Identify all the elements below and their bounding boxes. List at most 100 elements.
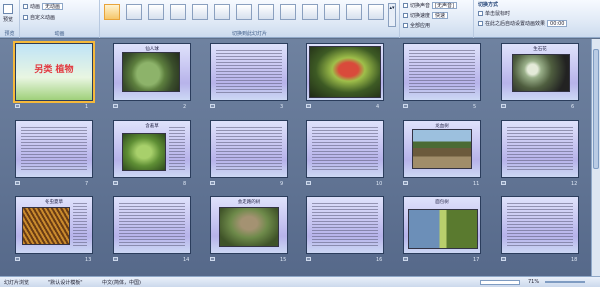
gallery-scroll-icon[interactable]: ▴▾ bbox=[388, 3, 396, 27]
slide-number: 5 bbox=[473, 104, 477, 110]
slide-image bbox=[412, 129, 472, 169]
transition-icon bbox=[501, 104, 506, 108]
slide-number: 9 bbox=[280, 181, 284, 187]
slide-thumbnail-2[interactable]: 仙人球 bbox=[113, 43, 191, 101]
slide-text-lines bbox=[507, 127, 573, 172]
slide-image bbox=[219, 207, 279, 247]
speed-icon bbox=[403, 13, 408, 18]
slide-number: 7 bbox=[85, 181, 89, 187]
slide-number: 2 bbox=[183, 104, 187, 110]
custom-animation-button[interactable]: 自定义动画 bbox=[23, 14, 55, 21]
transition-none-thumb[interactable] bbox=[104, 4, 120, 20]
slide-image bbox=[309, 46, 381, 98]
custom-animation-icon bbox=[23, 15, 28, 20]
slide-text-lines bbox=[312, 203, 378, 248]
status-language: 中文(简体，中国) bbox=[102, 280, 141, 286]
slide-number: 3 bbox=[280, 104, 284, 110]
slide-number: 18 bbox=[571, 257, 578, 263]
slide-thumbnail-16[interactable] bbox=[306, 196, 384, 254]
slide-text-lines bbox=[216, 127, 282, 172]
animate-dropdown[interactable]: 动画 无动画 bbox=[23, 3, 64, 10]
switch-sound-value[interactable]: [无声音] bbox=[432, 2, 457, 9]
auto-after-checkbox[interactable]: 在此之后自动设置动画效果 00:00 bbox=[478, 20, 568, 27]
transition-icon bbox=[210, 181, 215, 185]
transition-thumb-2[interactable] bbox=[126, 4, 142, 20]
group-label-preview: 预览 bbox=[4, 31, 15, 37]
slide-thumbnail-4[interactable] bbox=[306, 43, 384, 101]
transition-icon bbox=[306, 257, 311, 261]
slide-text-lines bbox=[216, 50, 282, 95]
zoom-slider[interactable] bbox=[545, 281, 585, 283]
slide-thumbnail-12[interactable] bbox=[501, 120, 579, 178]
view-buttons[interactable] bbox=[480, 280, 520, 285]
animate-icon bbox=[23, 4, 28, 9]
transition-thumb-4[interactable] bbox=[170, 4, 186, 20]
slide-text-lines bbox=[169, 127, 185, 172]
transition-thumb-7[interactable] bbox=[236, 4, 252, 20]
slide-thumbnail-7[interactable] bbox=[15, 120, 93, 178]
transition-thumb-6[interactable] bbox=[214, 4, 230, 20]
transition-thumb-10[interactable] bbox=[302, 4, 318, 20]
switch-sound-dropdown[interactable]: 切换声音 [无声音] bbox=[403, 2, 457, 9]
transition-thumb-13[interactable] bbox=[368, 4, 384, 20]
slide-number: 10 bbox=[376, 181, 383, 187]
slide-thumbnail-10[interactable] bbox=[306, 120, 384, 178]
slide-thumbnail-5[interactable] bbox=[403, 43, 481, 101]
transition-icon bbox=[210, 104, 215, 108]
slide-title: 会走路的树 bbox=[237, 200, 261, 205]
auto-after-label: 在此之后自动设置动画效果 bbox=[485, 21, 546, 27]
animate-value[interactable]: 无动画 bbox=[42, 3, 64, 10]
slide-number: 14 bbox=[183, 257, 190, 263]
apply-all-button[interactable]: 全部应用 bbox=[403, 22, 430, 29]
switch-sound-label: 切换声音 bbox=[410, 3, 431, 9]
slide-image bbox=[122, 133, 166, 171]
switch-speed-dropdown[interactable]: 切换速度 快速 bbox=[403, 12, 449, 19]
transition-icon bbox=[113, 104, 118, 108]
status-theme: "默认设计模板" bbox=[48, 280, 83, 286]
transition-thumb-8[interactable] bbox=[258, 4, 274, 20]
zoom-level[interactable]: 71% bbox=[528, 279, 539, 285]
transition-icon bbox=[403, 257, 408, 261]
slide-text-lines bbox=[119, 203, 185, 248]
preview-button[interactable]: 预览 bbox=[3, 4, 13, 23]
slide-thumbnail-13[interactable]: 冬虫夏草 bbox=[15, 196, 93, 254]
slide-thumbnail-8[interactable]: 含羞草 bbox=[113, 120, 191, 178]
slide-thumbnail-1[interactable]: 另类 植物 bbox=[13, 41, 95, 103]
transition-icon bbox=[113, 257, 118, 261]
slide-thumbnail-11[interactable]: 龙血树 bbox=[403, 120, 481, 178]
transition-icon bbox=[15, 104, 20, 108]
slide-thumbnail-9[interactable] bbox=[210, 120, 288, 178]
preview-label: 预览 bbox=[3, 17, 14, 23]
vertical-scrollbar[interactable] bbox=[591, 39, 600, 276]
auto-after-value[interactable]: 00:00 bbox=[547, 20, 568, 27]
transition-thumb-12[interactable] bbox=[346, 4, 362, 20]
slide-thumbnail-14[interactable] bbox=[113, 196, 191, 254]
slide-thumbnail-15[interactable]: 会走路的树 bbox=[210, 196, 288, 254]
slide-image bbox=[408, 209, 478, 249]
switch-speed-label: 切换速度 bbox=[410, 13, 431, 19]
slide-thumbnail-6[interactable]: 生石花 bbox=[501, 43, 579, 101]
transition-thumb-3[interactable] bbox=[148, 4, 164, 20]
status-view: 幻灯片浏览 bbox=[4, 280, 30, 286]
animate-label: 动画 bbox=[30, 4, 41, 10]
on-click-label: 单击鼠标时 bbox=[485, 11, 511, 17]
transition-icon bbox=[501, 257, 506, 261]
transition-icon bbox=[15, 181, 20, 185]
apply-all-icon bbox=[403, 23, 408, 28]
switch-speed-value[interactable]: 快速 bbox=[432, 12, 449, 19]
status-bar: 幻灯片浏览 "默认设计模板" 中文(简体，中国) 71% bbox=[0, 276, 600, 287]
apply-all-label: 全部应用 bbox=[410, 23, 431, 29]
transition-thumb-11[interactable] bbox=[324, 4, 340, 20]
transition-icon bbox=[113, 181, 118, 185]
on-click-checkbox[interactable]: 单击鼠标时 bbox=[478, 10, 510, 17]
transition-thumb-9[interactable] bbox=[280, 4, 296, 20]
transition-icon bbox=[306, 181, 311, 185]
transition-thumb-5[interactable] bbox=[192, 4, 208, 20]
slide-thumbnail-18[interactable] bbox=[501, 196, 579, 254]
slide-thumbnail-17[interactable]: 面包树 bbox=[403, 196, 481, 254]
slide-text-lines bbox=[507, 203, 573, 248]
scrollbar-thumb[interactable] bbox=[593, 49, 599, 169]
transition-options-group: 切换声音 [无声音] 切换速度 快速 全部应用 bbox=[400, 0, 474, 38]
slide-number: 16 bbox=[376, 257, 383, 263]
slide-thumbnail-3[interactable] bbox=[210, 43, 288, 101]
